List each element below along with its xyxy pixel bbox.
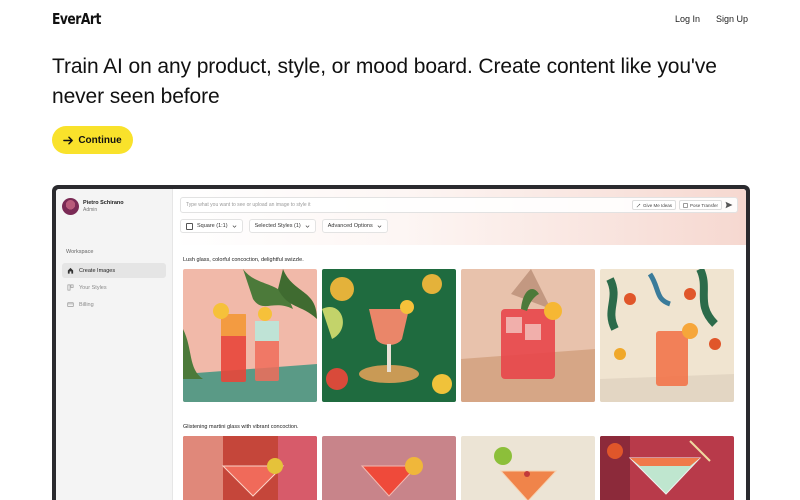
- aspect-ratio-select[interactable]: Square (1:1): [180, 219, 243, 233]
- group-title: Glistening martini glass with vibrant co…: [183, 424, 299, 430]
- generated-image[interactable]: [461, 269, 595, 402]
- sidebar-item-create-images[interactable]: Create Images: [62, 263, 166, 278]
- chevron-down-icon: [232, 224, 236, 228]
- sidebar-item-billing[interactable]: Billing: [62, 297, 166, 312]
- main-area: Type what you want to see or upload an i…: [173, 189, 746, 500]
- profile[interactable]: Pietro Schirano Admin: [62, 198, 124, 215]
- login-link[interactable]: Log In: [675, 14, 700, 24]
- selected-styles-label: Selected Styles (1): [254, 223, 301, 229]
- avatar: [62, 198, 79, 215]
- everart-logo[interactable]: EverArt: [52, 10, 101, 28]
- pose-transfer-button[interactable]: Pose Transfer: [678, 200, 722, 210]
- generated-image[interactable]: [461, 436, 595, 500]
- continue-button[interactable]: Continue: [52, 126, 133, 154]
- sidebar-item-label: Create Images: [79, 267, 116, 274]
- arrow-right-icon: [63, 136, 74, 144]
- selected-styles-select[interactable]: Selected Styles (1): [248, 219, 316, 233]
- card-icon: [67, 302, 74, 307]
- home-icon: [67, 267, 74, 274]
- pose-icon: [683, 202, 688, 208]
- sidebar-item-label: Billing: [79, 301, 94, 308]
- continue-label: Continue: [78, 134, 122, 146]
- generated-image[interactable]: [183, 269, 317, 402]
- generated-image[interactable]: [322, 436, 456, 500]
- toolbar: Type what you want to see or upload an i…: [173, 189, 746, 245]
- profile-role: Admin: [83, 207, 98, 213]
- advanced-options-select[interactable]: Advanced Options: [321, 219, 388, 233]
- prompt-input[interactable]: Type what you want to see or upload an i…: [180, 197, 738, 213]
- top-nav: Log In Sign Up: [675, 14, 748, 24]
- generated-image[interactable]: [183, 436, 317, 500]
- sidebar-item-your-styles[interactable]: Your Styles: [62, 280, 166, 295]
- aspect-ratio-label: Square (1:1): [197, 223, 228, 229]
- generated-image[interactable]: [600, 269, 734, 402]
- chevron-down-icon: [377, 224, 382, 228]
- group-title: Lush glass, colorful concoction, delight…: [183, 257, 304, 263]
- profile-name: Pietro Schirano: [83, 200, 124, 206]
- hero-title: Train AI on any product, style, or mood …: [52, 55, 717, 108]
- give-me-ideas-button[interactable]: Give Me Ideas: [631, 200, 676, 210]
- app-preview-frame: Pietro Schirano Admin Workspace Create I…: [52, 185, 750, 500]
- pose-transfer-label: Pose Transfer: [689, 202, 718, 208]
- styles-icon: [67, 284, 74, 291]
- send-icon[interactable]: [725, 201, 733, 209]
- wand-icon: [636, 203, 641, 207]
- prompt-placeholder: Type what you want to see or upload an i…: [186, 202, 311, 208]
- give-me-ideas-label: Give Me Ideas: [642, 202, 672, 208]
- sidebar: Pietro Schirano Admin Workspace Create I…: [56, 189, 173, 500]
- generation-options: Square (1:1) Selected Styles (1) Advance…: [180, 219, 388, 233]
- signup-link[interactable]: Sign Up: [716, 14, 748, 24]
- generated-image[interactable]: [322, 269, 456, 402]
- app-window: Pietro Schirano Admin Workspace Create I…: [56, 189, 746, 500]
- sidebar-item-label: Your Styles: [79, 284, 107, 291]
- square-checkbox-icon: [186, 222, 193, 230]
- workspace-label: Workspace: [66, 249, 94, 255]
- advanced-options-label: Advanced Options: [327, 223, 373, 229]
- chevron-down-icon: [305, 224, 310, 228]
- generated-image[interactable]: [600, 436, 734, 500]
